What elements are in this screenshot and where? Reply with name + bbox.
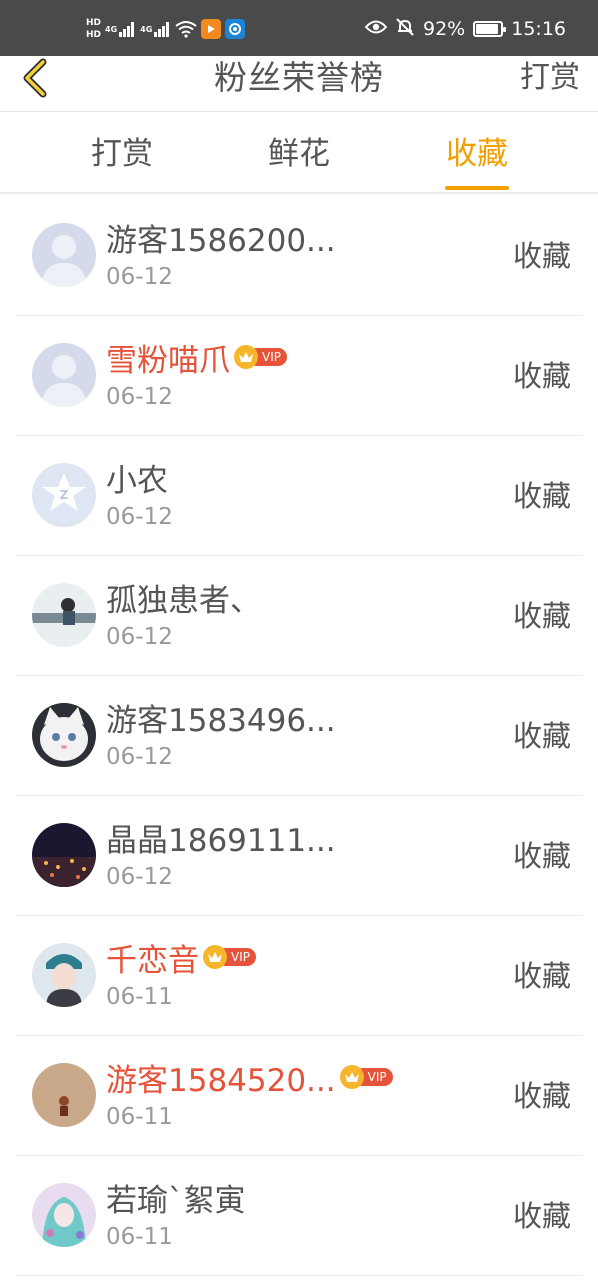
- avatar[interactable]: [32, 823, 96, 887]
- list-item[interactable]: 游客1584520... VIP 06-11 收藏: [16, 1036, 582, 1156]
- date-label: 06-12: [106, 384, 173, 410]
- avatar[interactable]: [32, 703, 96, 767]
- network-label-2: 4G: [140, 24, 153, 34]
- favorite-action: 收藏: [512, 239, 571, 273]
- page-title: 粉丝荣誉榜: [214, 58, 384, 97]
- svg-text:Z: Z: [60, 488, 69, 502]
- wifi-icon: [175, 20, 197, 38]
- date-label: 06-12: [106, 864, 173, 890]
- favorite-action: 收藏: [512, 839, 571, 873]
- name-line: 游客1583496...: [106, 698, 336, 739]
- signal-icon-2: 4G: [140, 20, 171, 38]
- date-label: 06-12: [106, 624, 173, 650]
- fan-list: 游客1586200... 06-12 收藏 雪粉喵爪 VIP 06-12 收藏 Z 小农 06-1…: [0, 196, 598, 1276]
- list-item[interactable]: Z 小农 06-12 收藏: [16, 436, 582, 556]
- date-label: 06-11: [106, 984, 173, 1010]
- battery-icon: [473, 21, 507, 37]
- tab-reward[interactable]: 打赏: [62, 112, 182, 194]
- reward-button[interactable]: 打赏: [520, 56, 580, 100]
- name-line: 小农: [106, 458, 168, 499]
- hd-label-1: HD: [86, 18, 102, 28]
- vip-badge: VIP: [339, 1065, 393, 1089]
- user-name: 孤独患者、: [106, 582, 261, 619]
- list-item[interactable]: 千恋音 VIP 06-11 收藏: [16, 916, 582, 1036]
- status-bar: HD HD 4G 4G 92% 15:16: [0, 0, 598, 56]
- user-name: 千恋音: [106, 942, 199, 979]
- user-name: 雪粉喵爪: [106, 342, 230, 379]
- favorite-action: 收藏: [512, 959, 571, 993]
- mute-bell-icon: [395, 17, 415, 42]
- clock: 15:16: [511, 18, 566, 40]
- name-line: 游客1586200...: [106, 218, 336, 259]
- list-item[interactable]: 雪粉喵爪 VIP 06-12 收藏: [16, 316, 582, 436]
- date-label: 06-12: [106, 264, 173, 290]
- favorite-action: 收藏: [512, 1079, 571, 1113]
- vip-badge: VIP: [203, 945, 256, 969]
- avatar[interactable]: Z: [32, 463, 96, 527]
- name-line: 晶晶1869111...: [106, 818, 336, 859]
- name-line: 孤独患者、: [106, 578, 261, 619]
- list-item[interactable]: 若瑜`絮寅 06-11 收藏: [16, 1156, 582, 1276]
- user-name: 游客1584520...: [106, 1062, 336, 1099]
- avatar[interactable]: [32, 343, 96, 407]
- tab-label: 鲜花: [268, 136, 330, 172]
- favorite-action: 收藏: [512, 599, 571, 633]
- vip-badge: VIP: [234, 345, 287, 369]
- tab-label: 打赏: [91, 136, 153, 172]
- tab-favorites[interactable]: 收藏: [417, 112, 537, 194]
- name-line: 雪粉喵爪 VIP: [106, 338, 287, 379]
- list-item[interactable]: 晶晶1869111... 06-12 收藏: [16, 796, 582, 916]
- list-item[interactable]: 孤独患者、 06-12 收藏: [16, 556, 582, 676]
- date-label: 06-12: [106, 504, 173, 530]
- tab-active-indicator: [445, 186, 509, 190]
- signal-icon: 4G: [105, 20, 136, 38]
- name-line: 若瑜`絮寅: [106, 1178, 246, 1219]
- status-bar-left: HD HD 4G 4G: [86, 14, 246, 44]
- hd-indicator: HD HD: [86, 18, 101, 40]
- list-item[interactable]: 游客1586200... 06-12 收藏: [16, 196, 582, 316]
- user-name: 晶晶1869111...: [106, 822, 336, 859]
- user-name: 若瑜`絮寅: [106, 1182, 246, 1219]
- tab-bar: 打赏 鲜花 收藏: [0, 112, 598, 194]
- crown-icon: [234, 345, 258, 369]
- user-name: 小农: [106, 462, 168, 499]
- battery-percent: 92%: [423, 18, 466, 40]
- eye-icon: [364, 18, 388, 40]
- list-item[interactable]: 游客1583496... 06-12 收藏: [16, 676, 582, 796]
- name-line: 游客1584520... VIP: [106, 1058, 393, 1099]
- date-label: 06-12: [106, 744, 173, 770]
- nav-bar: 粉丝荣誉榜 打赏: [0, 56, 598, 112]
- battery-fill: [476, 24, 499, 34]
- crown-icon: [339, 1065, 364, 1089]
- date-label: 06-11: [106, 1104, 173, 1130]
- hd-label-2: HD: [86, 30, 102, 40]
- favorite-action: 收藏: [512, 719, 571, 753]
- avatar[interactable]: [32, 583, 96, 647]
- network-label-1: 4G: [105, 24, 118, 34]
- user-name: 游客1583496...: [106, 702, 336, 739]
- browser-app-icon: [225, 19, 246, 39]
- avatar[interactable]: [32, 943, 96, 1007]
- tab-flowers[interactable]: 鲜花: [239, 112, 359, 194]
- status-bar-right: 92% 15:16: [364, 14, 566, 44]
- avatar[interactable]: [32, 223, 96, 287]
- date-label: 06-11: [106, 1224, 173, 1250]
- avatar[interactable]: [32, 1183, 96, 1247]
- tab-label: 收藏: [446, 136, 508, 172]
- favorite-action: 收藏: [512, 359, 571, 393]
- user-name: 游客1586200...: [106, 222, 336, 259]
- favorite-action: 收藏: [512, 479, 571, 513]
- avatar[interactable]: [32, 1063, 96, 1127]
- video-app-icon: [201, 19, 222, 39]
- favorite-action: 收藏: [512, 1199, 571, 1233]
- crown-icon: [203, 945, 227, 969]
- name-line: 千恋音 VIP: [106, 938, 256, 979]
